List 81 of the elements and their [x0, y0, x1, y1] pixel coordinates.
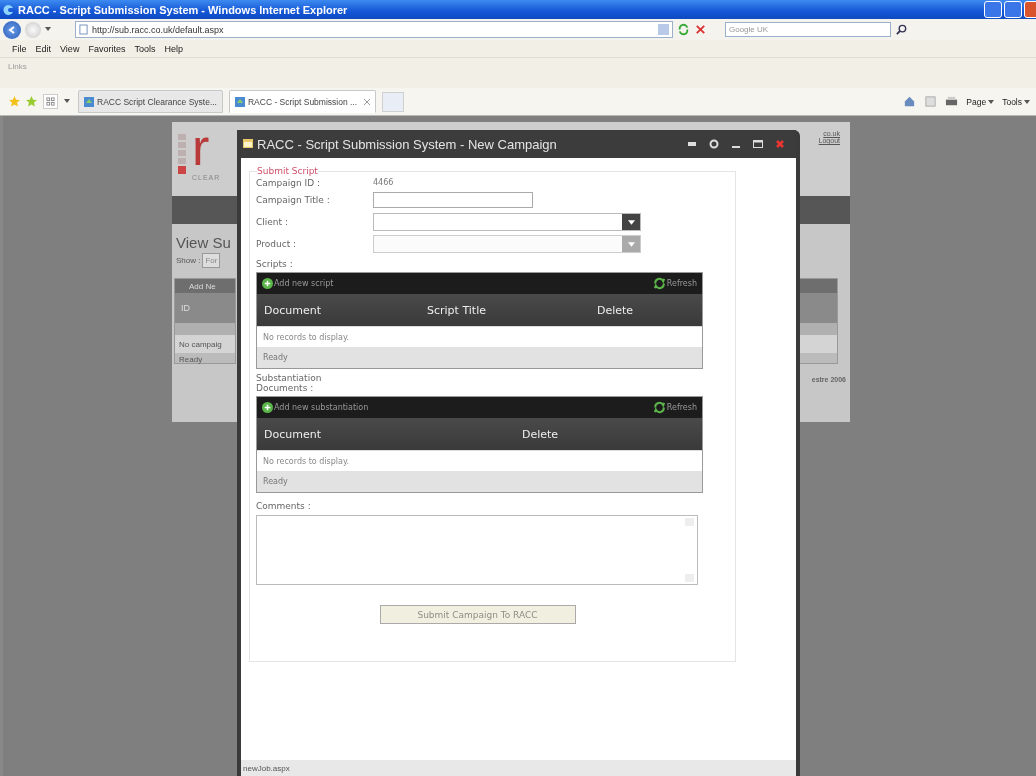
address-field[interactable]: http://sub.racc.co.uk/default.aspx [75, 21, 673, 38]
filter-row [799, 323, 837, 335]
page-icon [79, 24, 88, 35]
command-button[interactable]: Tools [1002, 96, 1022, 107]
stop-icon[interactable] [694, 23, 707, 36]
dropdown-arrow-icon [627, 241, 635, 247]
column-header[interactable]: Document [264, 303, 427, 317]
quick-tabs-button[interactable] [43, 94, 58, 109]
browser-logo-icon [3, 3, 15, 16]
caret-icon[interactable] [64, 98, 72, 105]
add-link[interactable]: Add new substantiation [262, 402, 369, 413]
grid-footer [799, 353, 837, 363]
status-text: newJob.aspx [243, 763, 290, 773]
star-icon[interactable] [9, 96, 20, 107]
grid-status: Ready [263, 477, 288, 486]
close-icon[interactable] [774, 138, 786, 150]
page-favicon-icon [84, 96, 94, 107]
print-icon[interactable] [945, 95, 959, 108]
browser-tab[interactable]: RACC Script Clearance Syste... [78, 90, 223, 113]
section-label: Comments : [256, 501, 312, 511]
menu-item[interactable]: View [60, 43, 80, 54]
refresh-icon[interactable] [677, 23, 690, 36]
empty-message: No campaig [179, 339, 222, 349]
field-label: Campaign ID : [256, 177, 322, 188]
column-header: ID [181, 303, 190, 313]
back-button[interactable] [3, 20, 21, 39]
caret-icon[interactable] [988, 99, 995, 104]
show-label: Show : [176, 256, 201, 265]
dropdown-field[interactable] [373, 213, 641, 231]
section-label: Scripts : [256, 259, 294, 269]
refresh-icon [652, 401, 666, 414]
field-value: 4466 [373, 178, 394, 187]
column-header[interactable]: Document [264, 427, 522, 441]
field-label: Product : [256, 239, 298, 249]
refresh-link[interactable]: Refresh [652, 277, 697, 290]
section-label: Substantiation Documents : [256, 373, 323, 393]
menu-item[interactable]: File [12, 43, 27, 54]
add-icon [262, 278, 273, 289]
command-button[interactable]: Page [966, 96, 987, 107]
column-header[interactable]: Delete [597, 303, 702, 317]
form-legend: Submit Script [257, 166, 318, 176]
search-icon[interactable] [895, 23, 908, 36]
field-label: Client : [256, 217, 289, 227]
filter-row [175, 323, 235, 335]
minimize-button[interactable] [984, 1, 1002, 18]
window-title: RACC - Script Submission System - Windows Internet Explorer [18, 3, 348, 16]
home-icon[interactable] [903, 95, 917, 108]
grid-row [799, 335, 837, 353]
empty-message: No records to display. [263, 332, 350, 342]
campaign-title-field[interactable] [373, 192, 533, 208]
maximize-button[interactable] [1004, 1, 1022, 18]
caret-icon[interactable] [1024, 99, 1030, 104]
grid-status: Ready [179, 355, 203, 364]
menu-item[interactable]: Tools [134, 43, 156, 54]
grid-status: Ready [263, 353, 288, 362]
maximize-icon[interactable] [752, 138, 764, 150]
add-icon [262, 402, 273, 413]
page-favicon-icon [235, 96, 245, 107]
grid-header [799, 293, 837, 323]
add-link[interactable]: Add Ne [189, 281, 216, 291]
column-header[interactable]: Delete [522, 427, 702, 441]
browser-tab[interactable]: RACC - Script Submission ... [229, 90, 377, 113]
search-field[interactable]: Google UK [725, 22, 891, 37]
refresh-icon [652, 277, 666, 290]
add-link[interactable]: Add new script [262, 278, 334, 289]
column-header[interactable]: Script Title [427, 303, 597, 317]
menu-item[interactable]: Favorites [88, 43, 126, 54]
refresh-link[interactable]: Refresh [652, 401, 697, 414]
page-heading: View Su [176, 234, 232, 251]
dialog-title: RACC - Script Submission System - New Campaign [257, 136, 557, 152]
menu-item[interactable]: Help [164, 43, 183, 54]
grid-toolbar [799, 279, 837, 293]
menu-item[interactable]: Edit [35, 43, 52, 54]
caret-icon[interactable] [45, 26, 53, 33]
logo: r [192, 124, 210, 170]
dropdown-arrow-icon [627, 219, 635, 225]
window-icon [243, 139, 253, 149]
empty-message: No records to display. [263, 456, 350, 466]
close-tab-icon[interactable] [364, 98, 371, 105]
field-label: Campaign Title : [256, 195, 331, 205]
comments-field[interactable] [256, 515, 698, 585]
